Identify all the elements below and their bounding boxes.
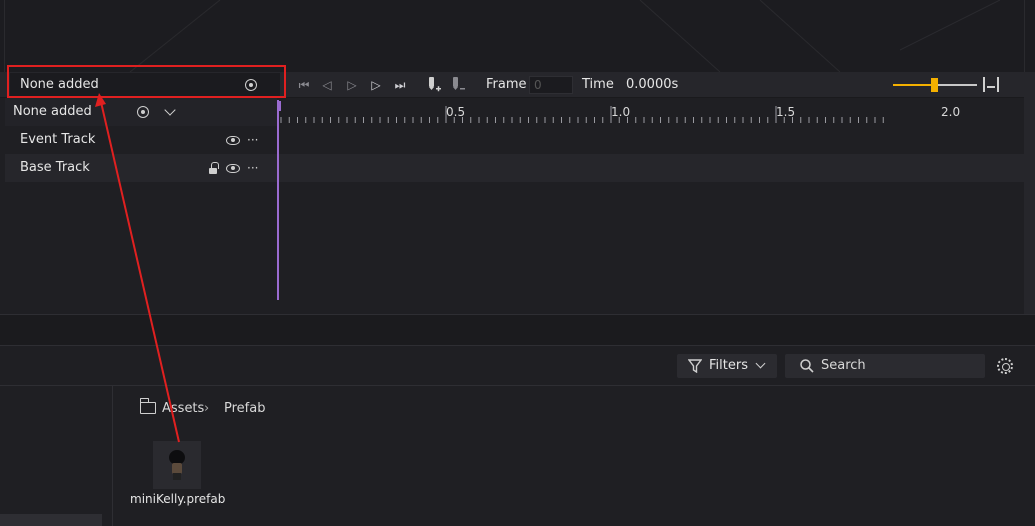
base-track-lane[interactable]	[278, 154, 1024, 182]
timeline-ruler[interactable]: 0.5 1.0 1.5 2.0	[278, 98, 1024, 126]
zoom-slider-thumb[interactable]	[931, 78, 938, 92]
gear-icon[interactable]	[997, 358, 1013, 374]
filters-label: Filters	[709, 358, 748, 373]
play-icon[interactable]: ▷	[344, 76, 360, 94]
jump-to-end-icon[interactable]: ⏭	[391, 76, 409, 94]
node-row[interactable]: None added	[5, 98, 277, 126]
annotation-highlight-box	[7, 65, 286, 98]
event-track-lane[interactable]	[278, 126, 1024, 154]
chevron-down-icon	[755, 358, 766, 369]
next-frame-icon[interactable]: ▷	[368, 76, 384, 94]
search-icon	[800, 359, 814, 373]
search-placeholder: Search	[821, 358, 866, 373]
remove-keyframe-glyph	[453, 77, 465, 90]
scene-viewport[interactable]	[0, 0, 1035, 72]
node-row-label: None added	[13, 104, 92, 119]
breadcrumb-item[interactable]: Prefab	[224, 400, 265, 418]
time-value: 0.0000s	[626, 77, 679, 92]
fit-to-view-icon[interactable]	[983, 77, 999, 92]
tick-label: 0.5	[446, 105, 466, 119]
viewport-grid-lines	[129, 0, 1001, 72]
frame-input[interactable]: 0	[529, 76, 573, 94]
jump-to-start-icon[interactable]: ⏮	[296, 76, 312, 94]
zoom-slider-fill	[893, 84, 935, 86]
prefab-thumbnail	[153, 441, 201, 489]
add-keyframe-glyph	[429, 77, 441, 92]
frame-label: Frame	[486, 77, 527, 92]
frame-input-value: 0	[534, 78, 542, 92]
animation-timeline-panel: None added ⏮ ◁ ▷ ▷ ⏭ Frame 0 Time 0.0000…	[0, 72, 1035, 314]
time-label: Time	[582, 77, 614, 92]
filters-button[interactable]: Filters	[677, 354, 777, 378]
chevron-down-icon[interactable]	[164, 104, 176, 116]
track-row-event[interactable]: Event Track ···	[5, 126, 277, 154]
track-label: Base Track	[20, 160, 90, 175]
assets-tree	[0, 386, 113, 526]
target-icon[interactable]	[137, 106, 149, 118]
more-icon[interactable]: ···	[247, 126, 258, 154]
filter-icon	[688, 359, 702, 373]
assets-toolbar: Filters Search	[0, 346, 1035, 386]
tick-label: 2.0	[941, 105, 961, 119]
track-row-base[interactable]: Base Track ···	[5, 154, 277, 182]
track-list: None added Event Track ··· Base Track ··…	[5, 98, 277, 314]
panel-divider	[0, 314, 1035, 346]
asset-item[interactable]: miniKelly.prefab	[130, 441, 226, 511]
character-legs	[173, 473, 181, 480]
remove-keyframe-icon[interactable]	[450, 76, 466, 94]
breadcrumb-item[interactable]: Assets	[162, 400, 204, 418]
folder-icon	[139, 398, 156, 414]
tree-scrollbar[interactable]	[0, 514, 102, 526]
assets-panel: Filters Search Assets › Prefab miniKelly…	[0, 346, 1035, 526]
asset-name: miniKelly.prefab	[130, 492, 226, 506]
search-input[interactable]: Search	[785, 354, 985, 378]
unlock-icon[interactable]	[209, 162, 219, 174]
playhead[interactable]	[277, 100, 279, 300]
add-keyframe-icon[interactable]	[426, 76, 442, 94]
ruler-ticks	[280, 106, 884, 123]
eye-icon[interactable]	[226, 136, 240, 145]
tick-label: 1.5	[776, 105, 796, 119]
track-label: Event Track	[20, 132, 96, 147]
breadcrumb-separator-icon: ›	[204, 401, 210, 416]
eye-icon[interactable]	[226, 164, 240, 173]
more-icon[interactable]: ···	[247, 154, 258, 182]
tick-label: 1.0	[611, 105, 631, 119]
timeline-scrollbar[interactable]	[1024, 72, 1035, 314]
previous-frame-icon[interactable]: ◁	[319, 76, 335, 94]
